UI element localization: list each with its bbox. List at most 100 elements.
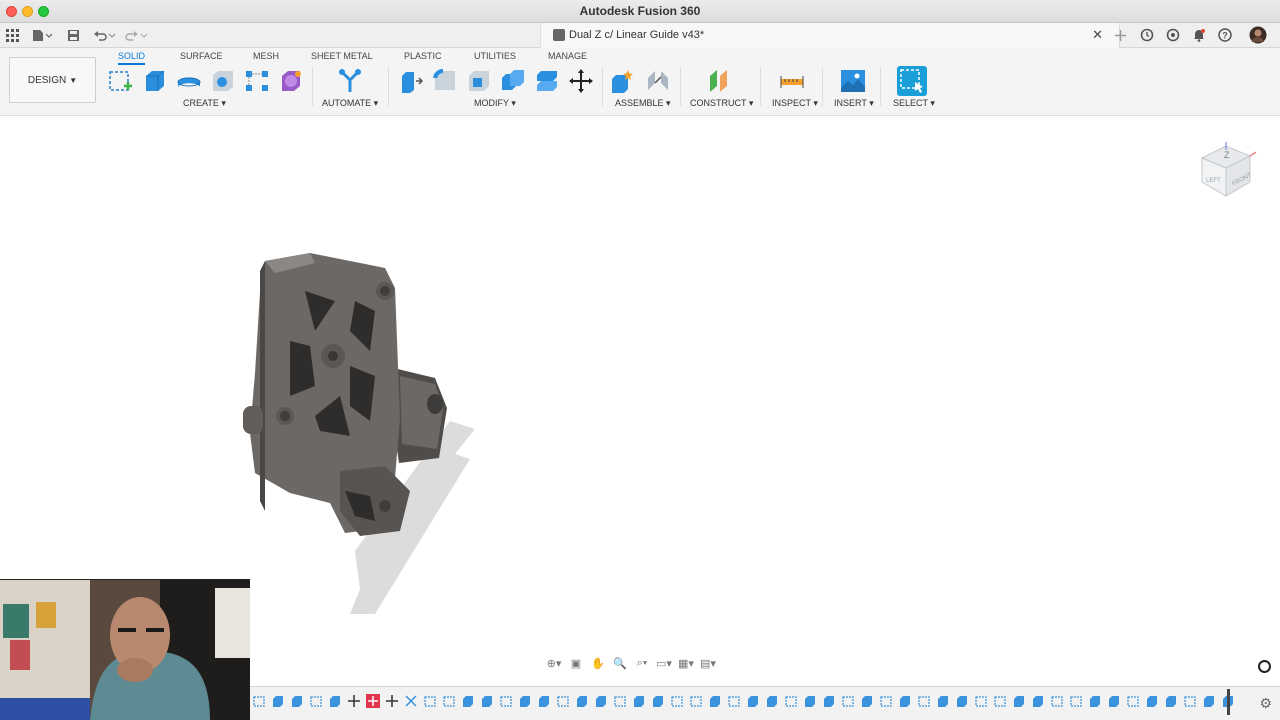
- timeline-feature-sketch-icon[interactable]: [440, 693, 457, 710]
- create-sketch-icon[interactable]: [108, 68, 134, 94]
- select-icon[interactable]: [897, 66, 927, 96]
- timeline-feature-sketch-icon[interactable]: [1124, 693, 1141, 710]
- pattern-icon[interactable]: [244, 68, 270, 94]
- assemble-group-label[interactable]: ASSEMBLE ▾: [615, 98, 671, 109]
- zoom-icon[interactable]: 🔍: [611, 655, 629, 671]
- timeline-feature-sketch-icon[interactable]: [1048, 693, 1065, 710]
- timeline-feature-extrude-icon[interactable]: [1200, 693, 1217, 710]
- timeline-feature-extrude-icon[interactable]: [896, 693, 913, 710]
- tab-mesh[interactable]: MESH: [253, 51, 279, 61]
- timeline-feature-sketch-icon[interactable]: [877, 693, 894, 710]
- timeline-feature-move-icon[interactable]: [383, 693, 400, 710]
- viewcube[interactable]: Z LEFT FRONT: [1192, 136, 1262, 211]
- timeline-feature-extrude-icon[interactable]: [459, 693, 476, 710]
- modify-group-label[interactable]: MODIFY ▾: [474, 98, 516, 109]
- timeline-feature-sketch-icon[interactable]: [250, 693, 267, 710]
- insert-group-label[interactable]: INSERT ▾: [834, 98, 874, 109]
- timeline-feature-extrude-icon[interactable]: [1105, 693, 1122, 710]
- revolve-icon[interactable]: [176, 68, 202, 94]
- timeline-feature-extrude-icon[interactable]: [1010, 693, 1027, 710]
- timeline-feature-extrude-icon[interactable]: [1086, 693, 1103, 710]
- extrude-icon[interactable]: [142, 68, 168, 94]
- timeline-feature-sketch-icon[interactable]: [668, 693, 685, 710]
- extensions-icon[interactable]: [1166, 27, 1180, 43]
- tab-manage[interactable]: MANAGE: [548, 51, 587, 61]
- timeline-feature-sketch-icon[interactable]: [839, 693, 856, 710]
- timeline-feature-extrude-icon[interactable]: [516, 693, 533, 710]
- split-body-icon[interactable]: [534, 68, 560, 94]
- timeline-feature-extrude-icon[interactable]: [953, 693, 970, 710]
- fit-zoom-icon[interactable]: ⌕▾: [633, 655, 651, 671]
- automate-icon[interactable]: [337, 68, 363, 94]
- create-form-icon[interactable]: [278, 68, 304, 94]
- timeline-feature-sketch-icon[interactable]: [307, 693, 324, 710]
- timeline-feature-extrude-icon[interactable]: [858, 693, 875, 710]
- timeline-feature-extrude-icon[interactable]: [573, 693, 590, 710]
- timeline-feature-move-icon[interactable]: [345, 693, 362, 710]
- new-component-icon[interactable]: [610, 68, 636, 94]
- automate-group-label[interactable]: AUTOMATE ▾: [322, 98, 378, 109]
- timeline-feature-extrude-icon[interactable]: [744, 693, 761, 710]
- timeline-feature-extrude-icon[interactable]: [326, 693, 343, 710]
- timeline-settings-gear-icon[interactable]: ⚙: [1259, 695, 1272, 712]
- tab-solid[interactable]: SOLID: [118, 51, 146, 65]
- notifications-bell-icon[interactable]: [1192, 27, 1206, 43]
- file-menu-icon[interactable]: [32, 27, 52, 43]
- timeline-feature-extrude-icon[interactable]: [269, 693, 286, 710]
- timeline-feature-sketch-icon[interactable]: [497, 693, 514, 710]
- timeline-marker[interactable]: [1227, 689, 1230, 715]
- timeline-feature-extrude-icon[interactable]: [801, 693, 818, 710]
- timeline-feature-sketch-icon[interactable]: [554, 693, 571, 710]
- construct-group-label[interactable]: CONSTRUCT ▾: [690, 98, 753, 109]
- hole-icon[interactable]: [210, 68, 236, 94]
- help-icon[interactable]: ?: [1218, 27, 1232, 43]
- press-pull-icon[interactable]: [398, 68, 424, 94]
- redo-icon[interactable]: [123, 27, 147, 43]
- timeline-feature-extrude-icon[interactable]: [592, 693, 609, 710]
- timeline-feature-extrude-icon[interactable]: [288, 693, 305, 710]
- timeline-feature-sketch-icon[interactable]: [991, 693, 1008, 710]
- inspect-group-label[interactable]: INSPECT ▾: [772, 98, 818, 109]
- model-body[interactable]: [235, 246, 485, 621]
- timeline-feature-sketch-icon[interactable]: [421, 693, 438, 710]
- timeline-feature-highlight-icon[interactable]: [364, 693, 381, 710]
- timeline-feature-extrude-icon[interactable]: [535, 693, 552, 710]
- workspace-switcher[interactable]: DESIGN ▼: [9, 57, 96, 103]
- timeline-feature-sketch-icon[interactable]: [915, 693, 932, 710]
- timeline-feature-sketch-icon[interactable]: [725, 693, 742, 710]
- tab-utilities[interactable]: UTILITIES: [474, 51, 516, 61]
- offset-plane-icon[interactable]: [707, 68, 733, 94]
- joint-icon[interactable]: [645, 68, 671, 94]
- measure-icon[interactable]: [779, 68, 805, 94]
- tab-surface[interactable]: SURFACE: [180, 51, 223, 61]
- pan-hand-icon[interactable]: ✋: [589, 655, 607, 671]
- move-copy-icon[interactable]: [568, 68, 594, 94]
- undo-icon[interactable]: [93, 27, 117, 43]
- close-tab-icon[interactable]: ✕: [1092, 27, 1103, 43]
- timeline-feature-extrude-icon[interactable]: [820, 693, 837, 710]
- timeline-feature-sketch-icon[interactable]: [782, 693, 799, 710]
- job-status-icon[interactable]: [1140, 27, 1154, 43]
- new-tab-icon[interactable]: [1114, 27, 1127, 43]
- timeline-feature-sketch-icon[interactable]: [611, 693, 628, 710]
- timeline-feature-sketch-icon[interactable]: [1067, 693, 1084, 710]
- timeline-feature-cut-icon[interactable]: [402, 693, 419, 710]
- comments-icon[interactable]: [1258, 660, 1271, 673]
- orbit-icon[interactable]: ⊕▾: [545, 655, 563, 671]
- select-group-label[interactable]: SELECT ▾: [893, 98, 935, 109]
- viewports-icon[interactable]: ▤▾: [699, 655, 717, 671]
- document-tab[interactable]: Dual Z c/ Linear Guide v43* ✕: [540, 23, 1120, 48]
- shell-icon[interactable]: [466, 68, 492, 94]
- timeline-feature-extrude-icon[interactable]: [649, 693, 666, 710]
- timeline-feature-extrude-icon[interactable]: [934, 693, 951, 710]
- timeline-feature-extrude-icon[interactable]: [630, 693, 647, 710]
- grid-settings-icon[interactable]: ▦▾: [677, 655, 695, 671]
- user-avatar[interactable]: [1249, 26, 1267, 44]
- timeline-feature-extrude-icon[interactable]: [706, 693, 723, 710]
- tab-plastic[interactable]: PLASTIC: [404, 51, 442, 61]
- timeline-feature-sketch-icon[interactable]: [972, 693, 989, 710]
- timeline-feature-sketch-icon[interactable]: [1181, 693, 1198, 710]
- apps-grid-icon[interactable]: [6, 27, 19, 43]
- look-at-icon[interactable]: ▣: [567, 655, 585, 671]
- timeline-feature-sketch-icon[interactable]: [687, 693, 704, 710]
